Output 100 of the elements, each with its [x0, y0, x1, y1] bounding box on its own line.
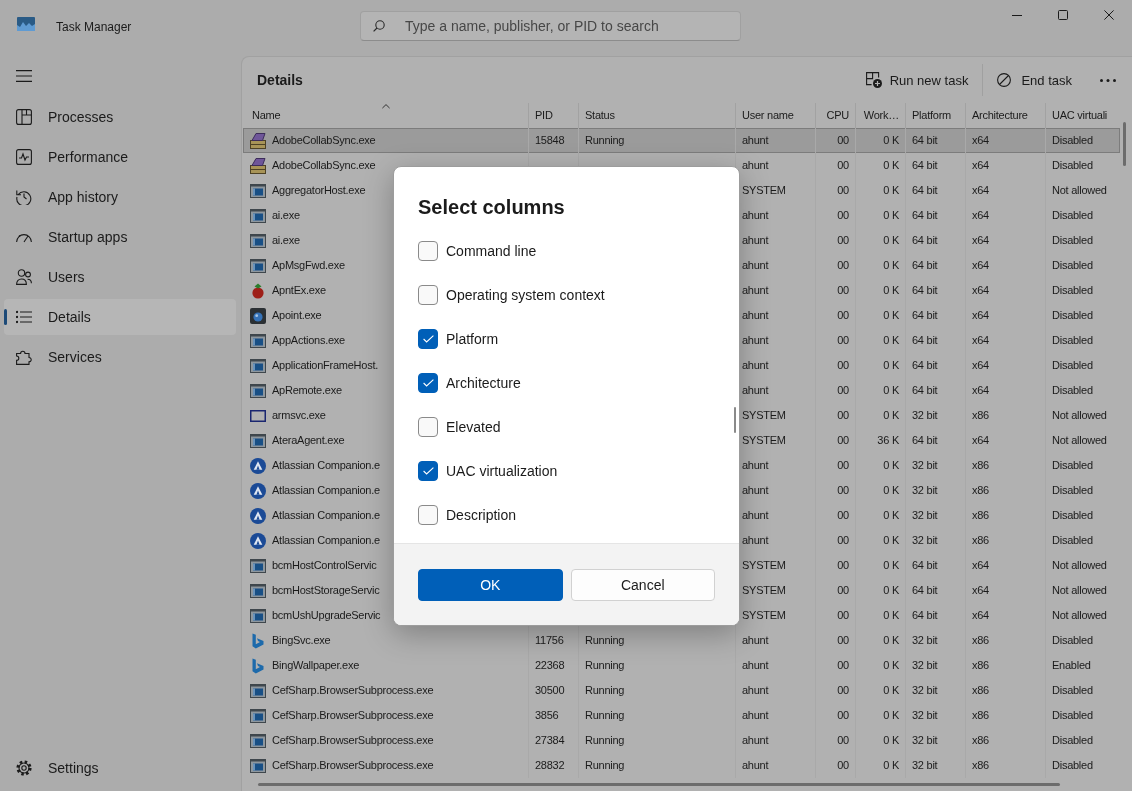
platform-value: 32 bit: [912, 409, 938, 421]
cpu-value: 00: [837, 734, 849, 746]
nav-item[interactable]: Users: [4, 259, 236, 295]
column-header[interactable]: Name: [243, 103, 528, 128]
toolbar-button[interactable]: Run new task: [857, 64, 977, 96]
triangle-circle-icon: [250, 457, 266, 474]
user-name: ahunt: [742, 284, 769, 296]
maximize-icon: [1058, 10, 1068, 20]
memory-value: 0 K: [883, 234, 899, 246]
program-window-icon: [250, 332, 266, 349]
uac-value: Not allowed: [1052, 559, 1107, 571]
checkbox[interactable]: [418, 461, 438, 481]
toolbar-button[interactable]: End task: [989, 64, 1080, 96]
uac-value: Disabled: [1052, 709, 1093, 721]
uac-value: Disabled: [1052, 509, 1093, 521]
cpu-value: 00: [837, 259, 849, 271]
process-name: ApntEx.exe: [272, 283, 326, 298]
program-window-icon: [250, 757, 266, 774]
platform-value: 64 bit: [912, 584, 938, 596]
program-window-icon: [250, 432, 266, 449]
search-icon: [373, 20, 385, 32]
scrollbar-thumb[interactable]: [734, 407, 736, 433]
user-name: ahunt: [742, 659, 769, 671]
user-name: SYSTEM: [742, 434, 786, 446]
platform-value: 64 bit: [912, 259, 938, 271]
user-name: ahunt: [742, 259, 769, 271]
stacked-box-icon: [250, 157, 266, 174]
process-id: 15848: [535, 134, 565, 146]
nav-item[interactable]: Performance: [4, 139, 236, 175]
curved-logo-icon: [252, 657, 264, 674]
user-name: ahunt: [742, 234, 769, 246]
architecture-value: x64: [972, 284, 989, 296]
memory-value: 0 K: [883, 409, 899, 421]
process-name: ai.exe: [272, 208, 300, 223]
uac-value: Disabled: [1052, 284, 1093, 296]
architecture-value: x64: [972, 134, 989, 146]
cpu-value: 00: [837, 584, 849, 596]
nav-item[interactable]: Startup apps: [4, 219, 236, 255]
uac-value: Disabled: [1052, 684, 1093, 696]
checkbox[interactable]: [418, 285, 438, 305]
scrollbar-thumb[interactable]: [1123, 122, 1126, 166]
architecture-value: x86: [972, 509, 989, 521]
cpu-value: 00: [837, 284, 849, 296]
user-name: ahunt: [742, 634, 769, 646]
settings-icon: [16, 760, 32, 776]
cancel-button[interactable]: Cancel: [570, 568, 715, 601]
user-name: ahunt: [742, 734, 769, 746]
cpu-value: 00: [837, 759, 849, 771]
uac-value: Not allowed: [1052, 409, 1107, 421]
nav-item[interactable]: Services: [4, 339, 236, 375]
memory-value: 0 K: [883, 184, 899, 196]
history-icon: [16, 189, 32, 205]
checkbox[interactable]: [418, 329, 438, 349]
program-window-icon: [250, 607, 266, 624]
process-id: 30500: [535, 684, 565, 696]
platform-value: 64 bit: [912, 159, 938, 171]
platform-value: 64 bit: [912, 284, 938, 296]
cpu-value: 00: [837, 484, 849, 496]
cpu-value: 00: [837, 184, 849, 196]
nav-item[interactable]: App history: [4, 179, 236, 215]
checkbox[interactable]: [418, 373, 438, 393]
program-window-icon: [250, 732, 266, 749]
user-name: ahunt: [742, 384, 769, 396]
memory-value: 0 K: [883, 484, 899, 496]
process-name: Atlassian Companion.e: [272, 483, 380, 498]
process-id: 27384: [535, 734, 565, 746]
user-name: SYSTEM: [742, 559, 786, 571]
architecture-value: x86: [972, 634, 989, 646]
option-label: UAC virtualization: [446, 463, 558, 479]
platform-value: 64 bit: [912, 609, 938, 621]
checkbox[interactable]: [418, 241, 438, 261]
uac-value: Disabled: [1052, 459, 1093, 471]
process-name: bcmHostStorageServic: [272, 583, 380, 598]
nav-item[interactable]: Settings: [4, 750, 236, 786]
process-status: Running: [585, 659, 625, 671]
memory-value: 0 K: [883, 209, 899, 221]
curved-logo-icon: [252, 632, 264, 649]
program-window-icon: [250, 707, 266, 724]
checkbox[interactable]: [418, 505, 438, 525]
nav-item[interactable]: Details: [4, 299, 236, 335]
table-row[interactable]: AdobeCollabSync.exe 15848 Running ahunt 00 0 K 64 bit x64 Disabled: [243, 128, 1120, 153]
checkbox[interactable]: [418, 417, 438, 437]
cpu-value: 00: [837, 659, 849, 671]
search-field[interactable]: Type a name, publisher, or PID to search: [360, 11, 741, 41]
triangle-circle-icon: [250, 532, 266, 549]
chart-logo-icon: [17, 17, 35, 31]
nav-item[interactable]: Processes: [4, 99, 236, 135]
cpu-value: 00: [837, 509, 849, 521]
memory-value: 0 K: [883, 309, 899, 321]
user-name: ahunt: [742, 359, 769, 371]
platform-value: 32 bit: [912, 684, 938, 696]
minimize-icon: [1012, 14, 1022, 16]
memory-value: 36 K: [877, 434, 899, 446]
ok-button[interactable]: OK: [418, 568, 563, 601]
memory-value: 0 K: [883, 609, 899, 621]
uac-value: Disabled: [1052, 259, 1093, 271]
program-window-icon: [250, 357, 266, 374]
process-status: Running: [585, 684, 625, 696]
user-name: ahunt: [742, 209, 769, 221]
scrollbar-thumb[interactable]: [258, 783, 1060, 786]
